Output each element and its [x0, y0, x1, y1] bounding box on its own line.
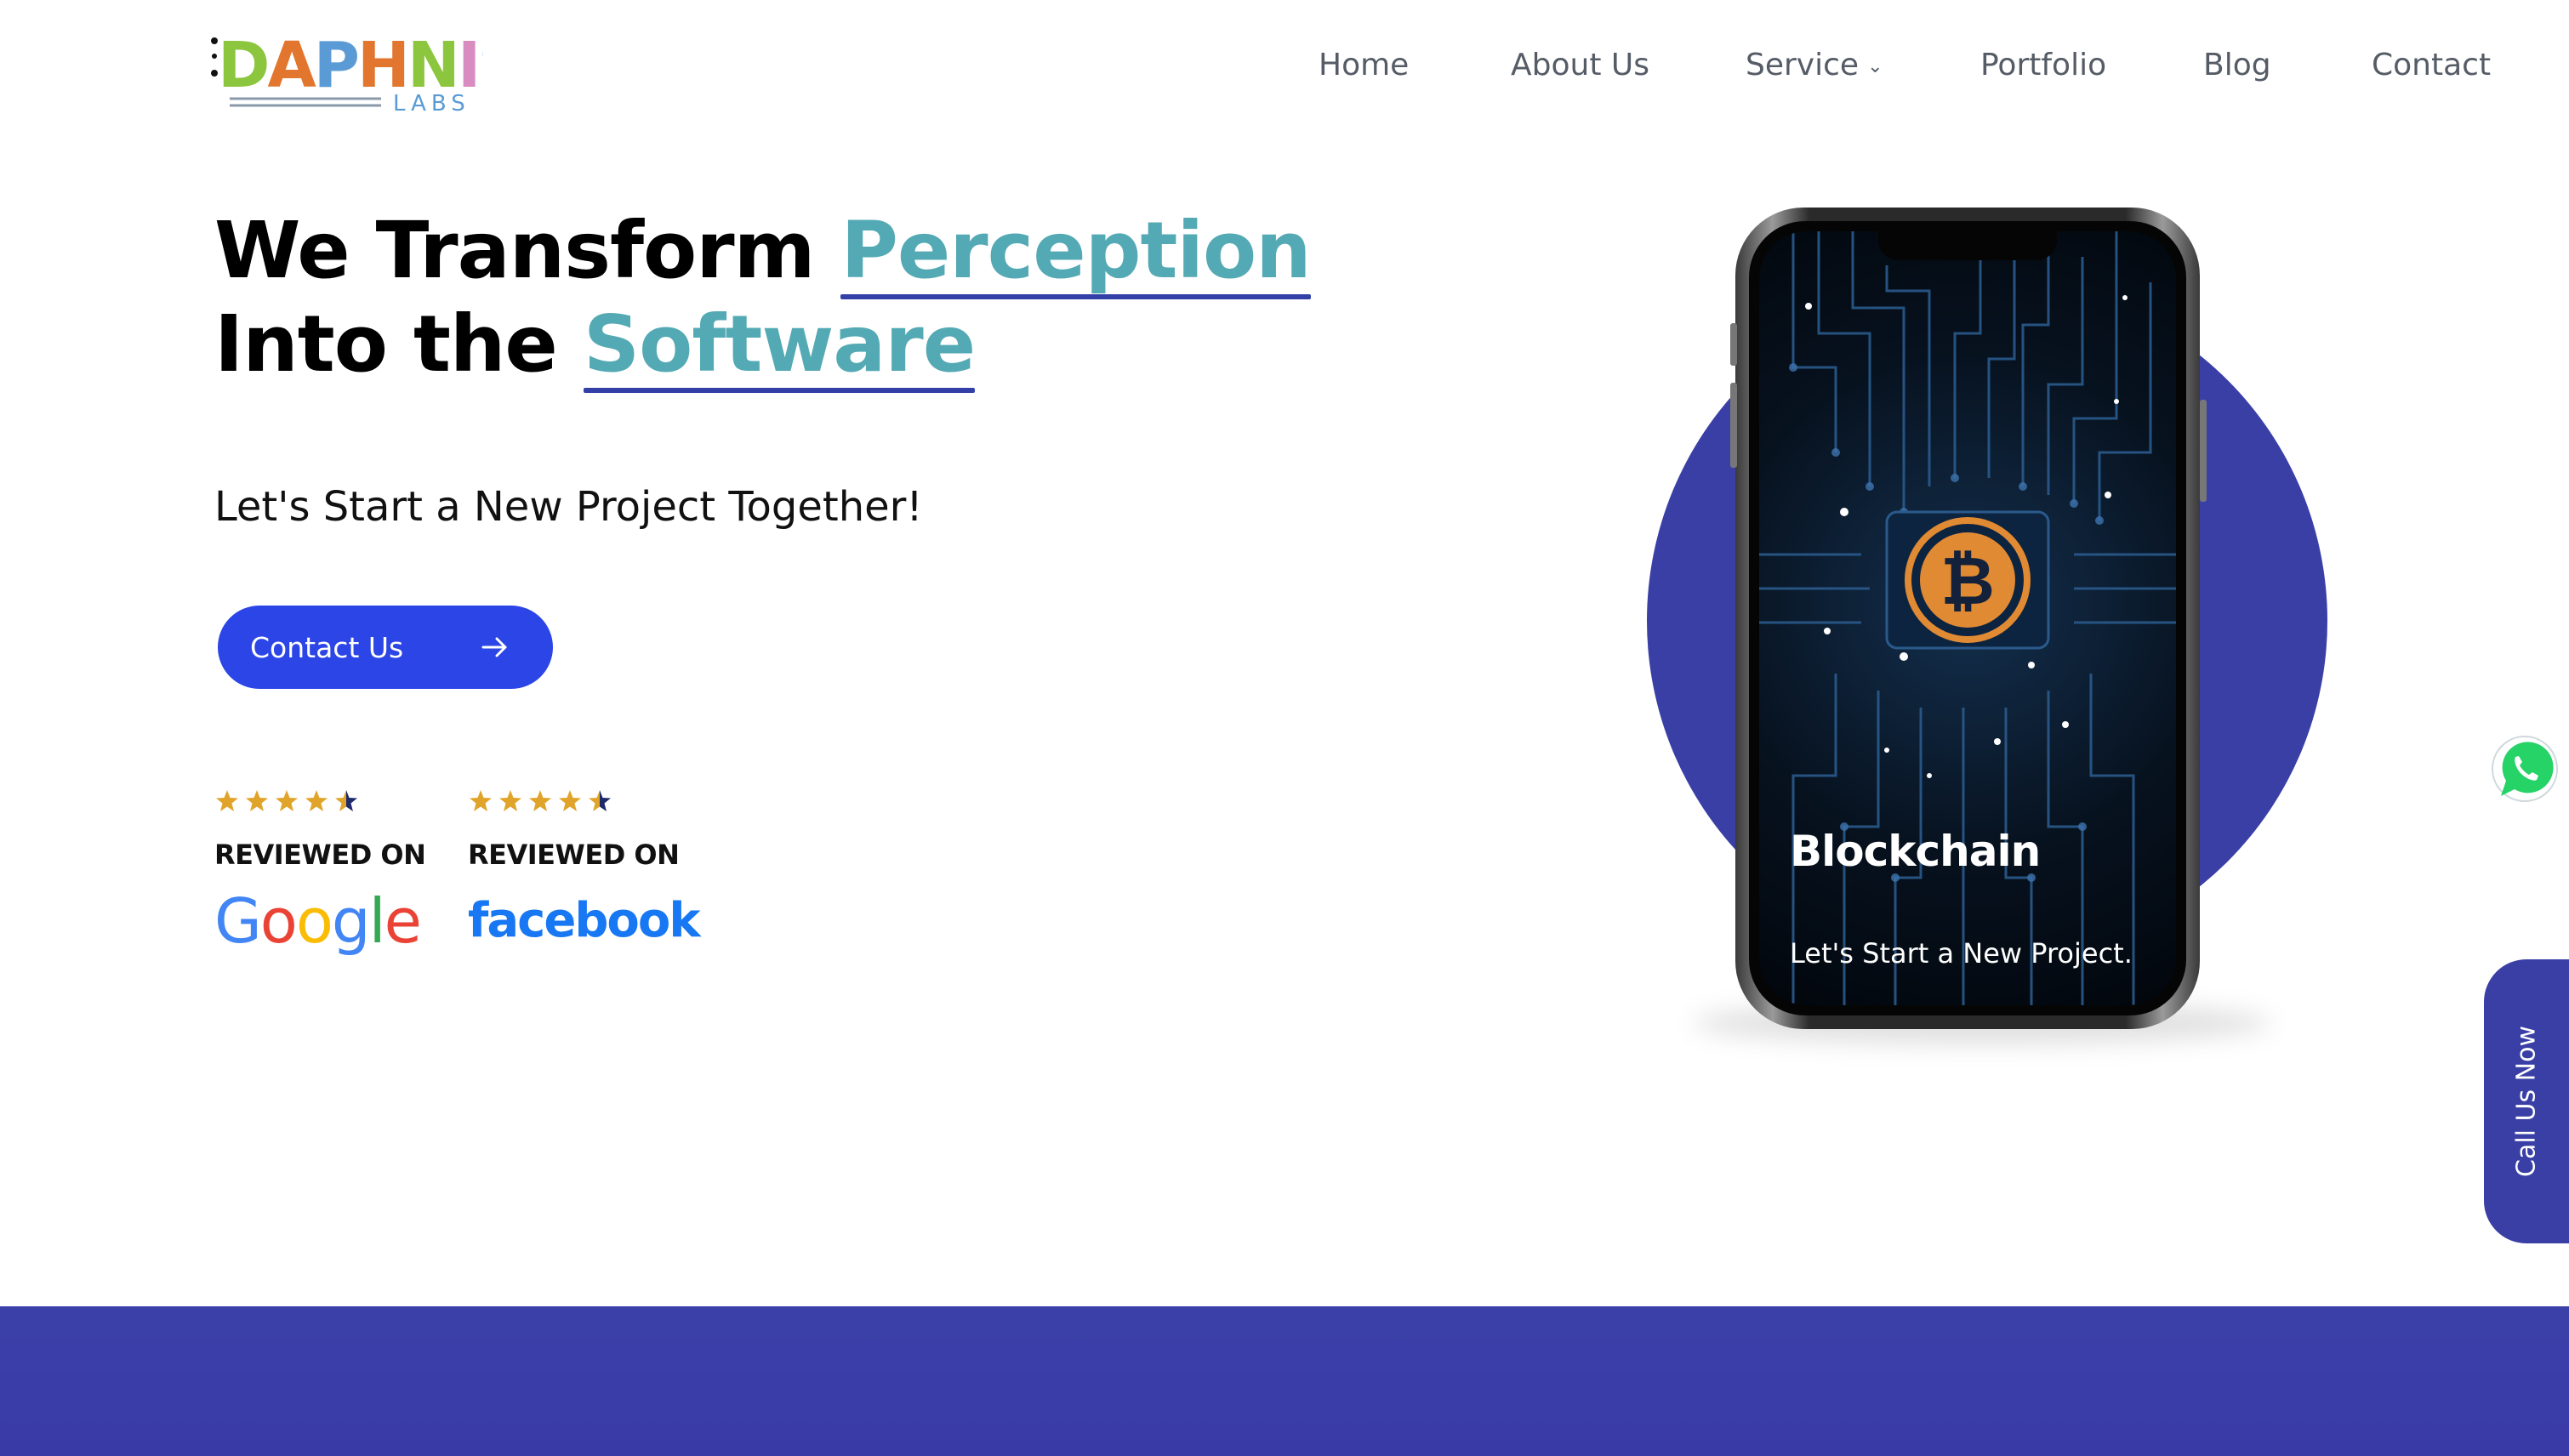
phone-mockup: ₿ Blockchain Let's Start a New Project. — [1735, 208, 2200, 1029]
nav-contact[interactable]: Contact — [2372, 48, 2491, 82]
hero-title-accent-1: Perception — [840, 205, 1312, 299]
hero-title-prefix-2: Into the — [214, 299, 584, 390]
hero-subtitle: Let's Start a New Project Together! — [214, 483, 923, 531]
google-logo-letter: l — [368, 885, 386, 957]
google-logo-letter: e — [384, 885, 422, 957]
nav-service[interactable]: Service ⌄ — [1746, 48, 1883, 82]
phone-side-button — [2200, 400, 2207, 502]
google-logo-letter: o — [259, 885, 298, 957]
call-us-now-label: Call Us Now — [2511, 1026, 2542, 1177]
nav-home[interactable]: Home — [1319, 48, 1409, 82]
google-logo: Google — [214, 883, 425, 959]
google-review[interactable]: REVIEWED ON Google — [214, 786, 426, 959]
whatsapp-button[interactable] — [2489, 733, 2560, 805]
contact-us-button-label: Contact Us — [250, 630, 404, 664]
hero-title-line-2: Into the Software — [214, 298, 1311, 393]
star-icon — [470, 790, 492, 811]
phone-screen: ₿ Blockchain Let's Start a New Project. — [1759, 231, 2176, 1005]
hero-title: We Transform Perception Into the Softwar… — [214, 204, 1312, 393]
star-icon — [499, 790, 521, 811]
google-logo-letter: o — [295, 885, 333, 957]
nav-portfolio[interactable]: Portfolio — [1980, 48, 2106, 82]
star-rating — [214, 786, 425, 816]
nav-service-label: Service — [1746, 48, 1860, 82]
star-icon — [216, 790, 238, 811]
page: DAPHNIS LABS Home About Us Service⌄ Port… — [0, 0, 2569, 1456]
hero-title-accent-2: Software — [583, 299, 976, 393]
phone-side-button — [1730, 323, 1737, 366]
logo-sub: LABS — [393, 91, 470, 116]
contact-us-button[interactable]: Contact Us — [218, 606, 553, 689]
hero-title-line-1: We Transform Perception — [214, 204, 1312, 299]
facebook-review[interactable]: REVIEWED ON facebook — [468, 786, 701, 959]
phone-side-button — [1730, 383, 1737, 468]
google-logo-letter: G — [214, 885, 262, 957]
whatsapp-icon — [2492, 736, 2558, 802]
next-section-band — [0, 1306, 2569, 1456]
star-icon — [305, 790, 328, 811]
hero-title-prefix-1: We Transform — [214, 205, 841, 296]
reviewed-on-label: REVIEWED ON — [214, 839, 426, 871]
star-icon — [246, 790, 268, 811]
star-icon — [559, 790, 581, 811]
google-logo-letter: g — [331, 885, 371, 957]
call-us-now-tab[interactable]: Call Us Now — [2484, 959, 2569, 1243]
nav-about-us[interactable]: About Us — [1511, 48, 1649, 82]
phone-screen-subtitle: Let's Start a New Project. — [1790, 937, 2133, 970]
phone-notch — [1878, 231, 2057, 260]
arrow-right-icon — [481, 637, 507, 657]
main-nav: Home About Us Service ⌄ Portfolio Blog Co… — [0, 48, 2569, 90]
chevron-down-icon: ⌄ — [1867, 55, 1883, 77]
circuit-board-graphic: ₿ — [1759, 231, 2176, 1005]
star-rating — [468, 786, 699, 816]
phone-screen-title: Blockchain — [1790, 827, 2041, 876]
star-icon — [335, 790, 357, 811]
bitcoin-icon: ₿ — [1905, 517, 2031, 643]
phone-bezel: ₿ Blockchain Let's Start a New Project. — [1749, 221, 2186, 1015]
nav-blog[interactable]: Blog — [2203, 48, 2271, 82]
facebook-logo: facebook — [468, 893, 701, 948]
star-icon — [589, 790, 611, 811]
star-icon — [276, 790, 298, 811]
svg-text:₿: ₿ — [1940, 543, 1995, 620]
reviewed-on-label: REVIEWED ON — [468, 839, 680, 871]
star-icon — [529, 790, 551, 811]
